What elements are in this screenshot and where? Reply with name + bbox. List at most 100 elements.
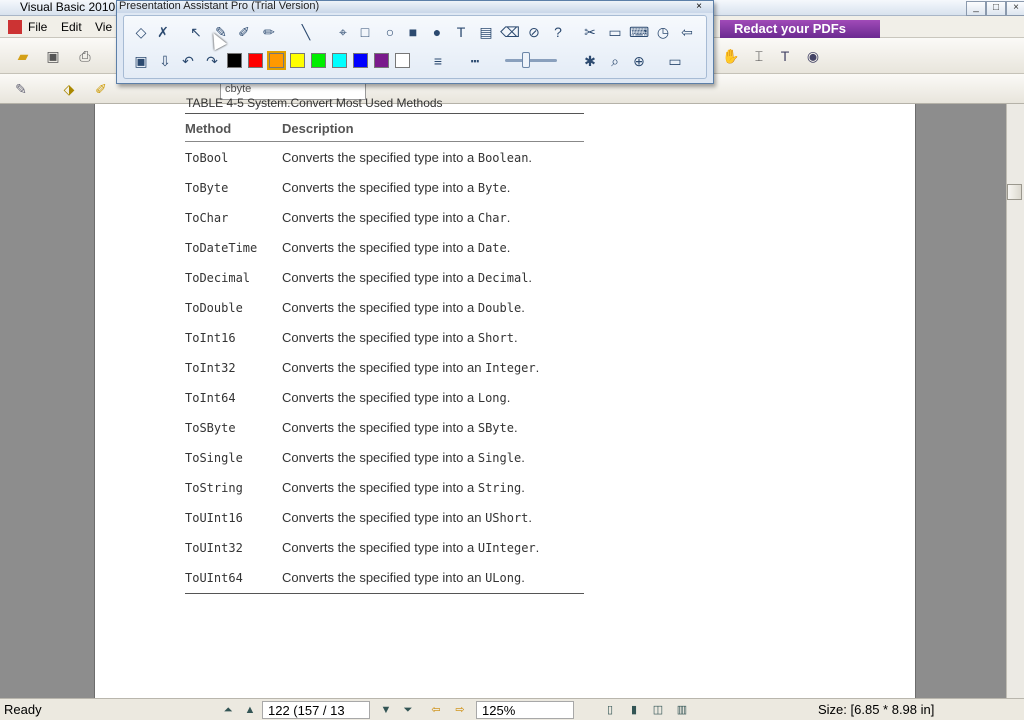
maximize-button[interactable]: □ xyxy=(986,1,1006,16)
column-header-description: Description xyxy=(282,121,354,136)
color-swatch[interactable] xyxy=(267,51,286,70)
opacity-slider[interactable] xyxy=(505,59,557,62)
type-name: UShort xyxy=(485,511,529,525)
line-width-icon[interactable]: ≡ xyxy=(428,51,448,71)
edit-note-icon[interactable]: ✎ xyxy=(10,78,32,100)
print-icon[interactable]: ⎙ xyxy=(74,45,96,67)
scrollbar-thumb[interactable] xyxy=(1007,184,1022,200)
type-name: Decimal xyxy=(477,271,529,285)
type-name: Date xyxy=(477,241,507,255)
description-text: Converts the specified type into a xyxy=(282,270,478,285)
description-text: Converts the specified type into a xyxy=(282,240,478,255)
eraser-icon[interactable]: ◇ xyxy=(131,22,151,42)
continuous-page-icon[interactable]: ▮ xyxy=(626,702,642,718)
window-icon[interactable]: ▭ xyxy=(665,51,685,71)
previous-page-icon[interactable]: ▲ xyxy=(242,702,258,718)
menu-file[interactable]: File xyxy=(28,19,47,35)
menu-edit[interactable]: Edit xyxy=(61,19,82,35)
description-text: Converts the specified type into a xyxy=(282,330,478,345)
color-swatch[interactable] xyxy=(395,53,410,68)
no-cursor-icon[interactable]: ✱ xyxy=(580,51,600,71)
period: . xyxy=(506,390,511,405)
redo-icon[interactable]: ↷ xyxy=(202,51,222,71)
type-name: Integer xyxy=(485,361,536,375)
method-cell: ToDecimal xyxy=(185,271,251,285)
clock-icon[interactable]: ◷ xyxy=(653,22,673,42)
undo-icon[interactable]: ↶ xyxy=(178,51,198,71)
select-tool-icon[interactable]: ⌶ xyxy=(748,45,770,67)
description-text: Converts the specified type into a xyxy=(282,150,478,165)
assistant-title: Presentation Assistant Pro (Trial Versio… xyxy=(117,1,713,13)
type-name: Char xyxy=(477,211,507,225)
zoom-icon[interactable]: ⊕ xyxy=(629,51,649,71)
description-cell: Converts the specified type into a Boole… xyxy=(282,150,532,165)
exit-arrow-icon[interactable]: ⇦ xyxy=(677,22,697,42)
zoom-field[interactable]: 125% xyxy=(476,701,574,719)
save-drawing-icon[interactable]: ▣ xyxy=(131,51,151,71)
period: . xyxy=(535,540,540,555)
color-swatch[interactable] xyxy=(374,53,389,68)
color-swatch[interactable] xyxy=(227,53,242,68)
opacity-slider-handle[interactable] xyxy=(522,52,530,68)
rectangle-icon[interactable]: □ xyxy=(355,22,375,42)
period: . xyxy=(506,240,511,255)
color-swatch[interactable] xyxy=(332,53,347,68)
description-text: Converts the specified type into a xyxy=(282,300,478,315)
marker-icon[interactable]: ✐ xyxy=(234,22,254,42)
screen-icon[interactable]: ▭ xyxy=(605,22,625,42)
hand-tool-icon[interactable]: ✋ xyxy=(720,45,742,67)
polygon-icon[interactable]: ⌖ xyxy=(333,22,353,42)
forward-icon[interactable]: ⇨ xyxy=(452,702,468,718)
close-button[interactable]: × xyxy=(1006,1,1024,16)
text-icon[interactable]: T xyxy=(451,22,471,42)
facing-pages-icon[interactable]: ◫ xyxy=(650,702,666,718)
snapshot-icon[interactable]: ◉ xyxy=(802,45,824,67)
period: . xyxy=(513,420,518,435)
image-icon[interactable]: ▤ xyxy=(476,22,496,42)
back-icon[interactable]: ⇦ xyxy=(428,702,444,718)
clip-icon[interactable]: ✂ xyxy=(580,22,600,42)
first-page-icon[interactable]: ⏶ xyxy=(220,702,236,718)
filled-rect-icon[interactable]: ■ xyxy=(403,22,423,42)
filled-ellipse-icon[interactable]: ● xyxy=(427,22,447,42)
ellipse-icon[interactable]: ○ xyxy=(380,22,400,42)
description-text: Converts the specified type into a xyxy=(282,540,478,555)
tag-icon[interactable]: ⬗ xyxy=(58,78,80,100)
import-icon[interactable]: ⇩ xyxy=(155,51,175,71)
period: . xyxy=(521,450,525,465)
redact-banner[interactable]: Redact your PDFs xyxy=(720,20,880,38)
last-page-icon[interactable]: ⏷ xyxy=(400,702,416,718)
highlight-icon[interactable]: ✐ xyxy=(90,78,112,100)
color-swatch[interactable] xyxy=(353,53,368,68)
line-style-icon[interactable]: ┅ xyxy=(465,51,485,71)
open-folder-icon[interactable]: ▰ xyxy=(12,45,34,67)
description-text: Converts the specified type into a xyxy=(282,180,478,195)
minimize-button[interactable]: _ xyxy=(966,1,986,16)
assistant-close-button[interactable]: × xyxy=(692,2,706,13)
magnifier-icon[interactable]: ⌕ xyxy=(605,51,625,71)
help-icon[interactable]: ? xyxy=(548,22,568,42)
table-top-rule xyxy=(185,113,584,114)
page-number-field[interactable]: 122 (157 / 13 xyxy=(262,701,370,719)
method-cell: ToInt32 xyxy=(185,361,236,375)
menu-view[interactable]: Vie xyxy=(95,19,112,35)
keyboard-icon[interactable]: ⌨ xyxy=(629,22,649,42)
color-swatch[interactable] xyxy=(311,53,326,68)
color-swatch[interactable] xyxy=(248,53,263,68)
clear-icon[interactable]: ✗ xyxy=(153,22,173,42)
next-page-icon[interactable]: ▼ xyxy=(378,702,394,718)
stamp-icon[interactable]: ⌫ xyxy=(500,22,520,42)
save-icon[interactable]: ▣ xyxy=(42,45,64,67)
period: . xyxy=(513,330,518,345)
continuous-facing-icon[interactable]: ▥ xyxy=(674,702,690,718)
method-cell: ToInt16 xyxy=(185,331,236,345)
single-page-icon[interactable]: ▯ xyxy=(602,702,618,718)
color-swatch[interactable] xyxy=(290,53,305,68)
pointer-icon[interactable]: ↖ xyxy=(186,22,206,42)
method-cell: ToDouble xyxy=(185,301,243,315)
highlighter-icon[interactable]: ✏ xyxy=(259,22,279,42)
text-tool-icon[interactable]: T xyxy=(774,45,796,67)
stop-icon[interactable]: ⊘ xyxy=(524,22,544,42)
line-icon[interactable]: ╲ xyxy=(296,22,316,42)
description-cell: Converts the specified type into an USho… xyxy=(282,510,532,525)
